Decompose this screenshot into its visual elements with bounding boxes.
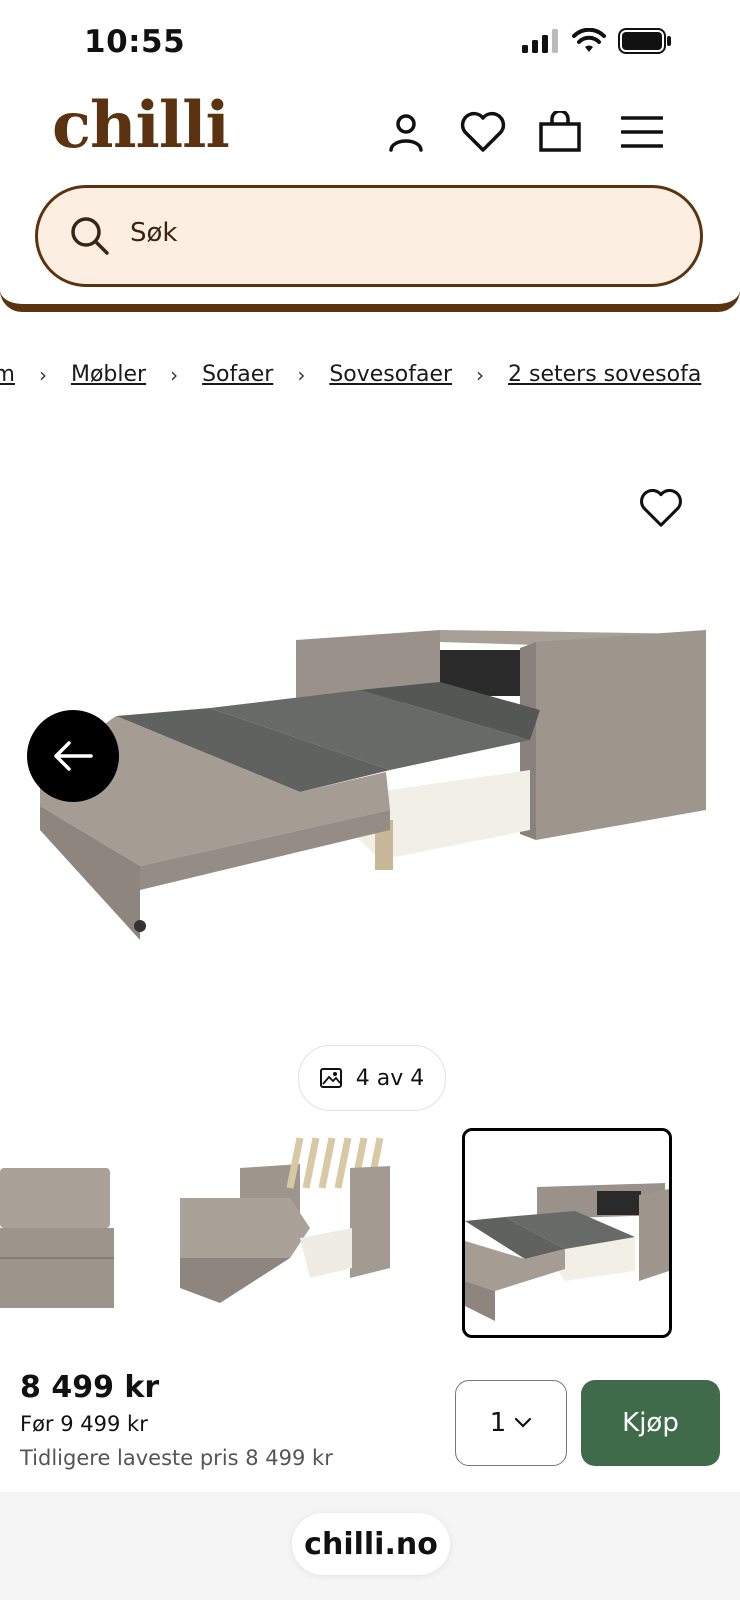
arrow-left-icon [54,741,93,771]
chevron-down-icon [515,1417,532,1428]
breadcrumb-separator: › [170,362,179,387]
before-price: Før 9 499 kr [20,1412,148,1436]
battery-icon [618,28,671,54]
breadcrumb-item[interactable]: Møbler [71,362,146,387]
favorite-button[interactable] [638,488,684,532]
breadcrumb-item[interactable]: Sovesofaer [329,362,452,387]
wishlist-icon[interactable] [458,110,508,154]
url-bar[interactable]: chilli.no [292,1513,450,1575]
thumbnail-sofa-bed[interactable] [462,1128,672,1338]
quantity-select[interactable]: 1 [455,1380,567,1466]
breadcrumb-separator: › [297,362,306,387]
search-bar[interactable]: Søk [35,185,703,287]
lowest-price-note: Tidligere laveste pris 8 499 kr [20,1446,333,1470]
quantity-value: 1 [489,1408,507,1438]
heart-icon [640,488,682,527]
chilli-logo[interactable]: chilli [52,88,230,163]
previous-image-button[interactable] [27,710,119,802]
image-counter-text: 4 av 4 [355,1065,425,1091]
breadcrumb-item[interactable]: Sofaer [202,362,273,387]
status-time: 10:55 [84,24,186,60]
breadcrumb-separator: › [38,362,47,387]
wifi-icon [572,28,606,52]
search-input[interactable]: Søk [130,218,177,248]
signal-icon [522,29,558,53]
thumbnail-sofa[interactable] [0,1128,114,1338]
image-icon [319,1068,342,1088]
breadcrumb-item[interactable]: em [0,362,15,387]
breadcrumb: em › Møbler › Sofaer › Sovesofaer › 2 se… [0,362,701,387]
cart-icon[interactable] [538,110,582,154]
account-icon[interactable] [384,110,428,154]
status-icons [522,28,672,54]
price: 8 499 kr [20,1370,160,1405]
thumbnail-sofa-storage[interactable] [180,1128,390,1338]
breadcrumb-item[interactable]: 2 seters sovesofa [508,362,701,387]
breadcrumb-separator: › [476,362,485,387]
buy-button[interactable]: Kjøp [581,1380,720,1466]
menu-icon[interactable] [620,110,664,154]
image-counter: 4 av 4 [298,1045,446,1111]
product-image-sofa-bed [40,630,706,940]
search-icon [71,217,109,255]
